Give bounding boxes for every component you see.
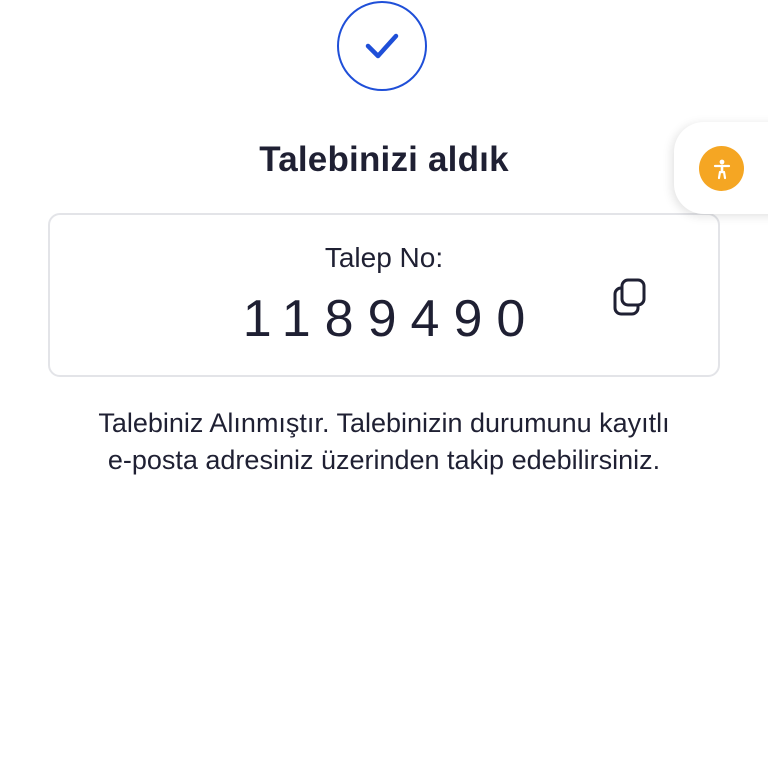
confirmation-message: Talebiniz Alınmıştır. Talebinizin durumu…	[30, 405, 738, 479]
request-number-label: Talep No:	[324, 242, 444, 273]
confirmation-page: Talebinizi aldık Talep No: 1189490 Taleb…	[0, 0, 768, 768]
page-title: Talebinizi aldık	[259, 140, 509, 179]
accessibility-button[interactable]	[699, 146, 744, 191]
success-check-icon	[337, 1, 427, 91]
message-line-1: Talebiniz Alınmıştır. Talebinizin durumu…	[98, 408, 670, 438]
request-number-card: Talep No: 1189490	[48, 213, 720, 377]
accessibility-person-icon	[713, 159, 730, 179]
copy-icon	[613, 278, 646, 316]
accessibility-widget	[674, 122, 768, 214]
check-icon	[365, 33, 399, 59]
message-line-2: e-posta adresiniz üzerinden takip edebil…	[107, 445, 661, 475]
copy-button[interactable]	[609, 275, 653, 319]
